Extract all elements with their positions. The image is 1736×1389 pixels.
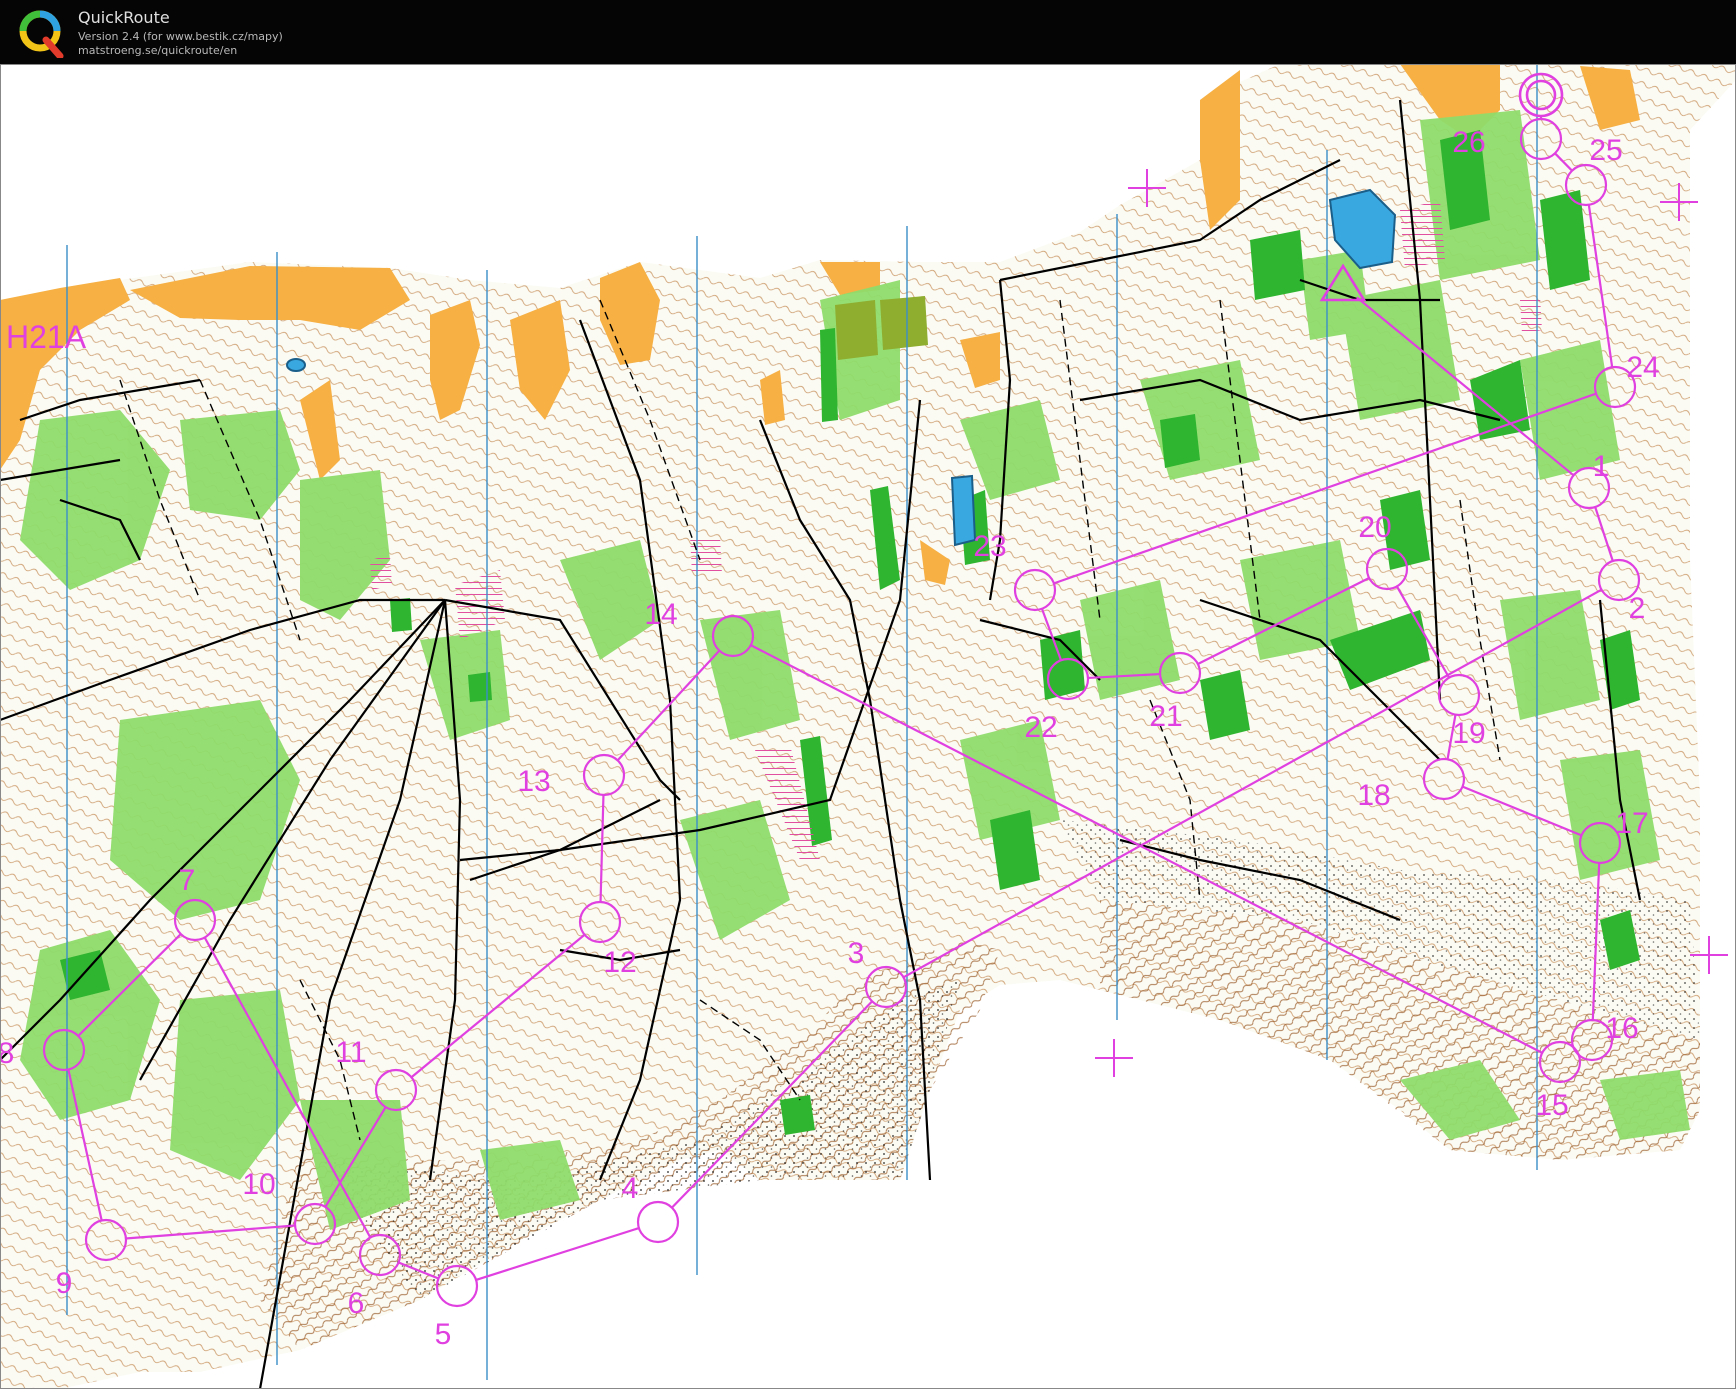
- control-number: 16: [1605, 1012, 1638, 1045]
- control-number: 3: [848, 937, 865, 970]
- control-number: 26: [1452, 126, 1485, 159]
- control-number: 18: [1357, 779, 1390, 812]
- control-number: 21: [1149, 700, 1182, 733]
- control-number: 19: [1452, 717, 1485, 750]
- title-bar: QuickRoute Version 2.4 (for www.bestik.c…: [0, 0, 1736, 64]
- course-class-label: H21A: [6, 319, 87, 355]
- orienteering-map[interactable]: 1234567891011121314151617181920212223242…: [0, 64, 1736, 1389]
- control-number: 24: [1626, 351, 1659, 384]
- control-circle: [636, 1200, 680, 1244]
- control-number: 15: [1535, 1089, 1568, 1122]
- app-name: QuickRoute: [78, 8, 170, 27]
- control-number: 23: [973, 530, 1006, 563]
- app-version: Version 2.4 (for www.bestik.cz/mapy): [78, 30, 283, 43]
- control-number: 20: [1358, 511, 1391, 544]
- control-number: 14: [644, 598, 677, 631]
- control-number: 6: [348, 1287, 365, 1320]
- control-number: 7: [179, 864, 196, 897]
- control-number: 25: [1589, 134, 1622, 167]
- control-number: 2: [1629, 592, 1646, 625]
- control-number: 13: [517, 765, 550, 798]
- control-number: 11: [335, 1036, 366, 1069]
- app-website: matstroeng.se/quickroute/en: [78, 44, 238, 57]
- quickroute-logo-icon: [19, 10, 64, 58]
- control-number: 12: [603, 946, 636, 979]
- control-number: 4: [622, 1172, 639, 1205]
- control-number: 9: [56, 1267, 73, 1300]
- control-number: 22: [1024, 711, 1057, 744]
- control-number: 10: [242, 1168, 275, 1201]
- control-number: 17: [1615, 807, 1648, 840]
- control-number: 1: [1593, 450, 1610, 483]
- control-number: 5: [435, 1318, 452, 1351]
- control-number: 8: [0, 1037, 14, 1070]
